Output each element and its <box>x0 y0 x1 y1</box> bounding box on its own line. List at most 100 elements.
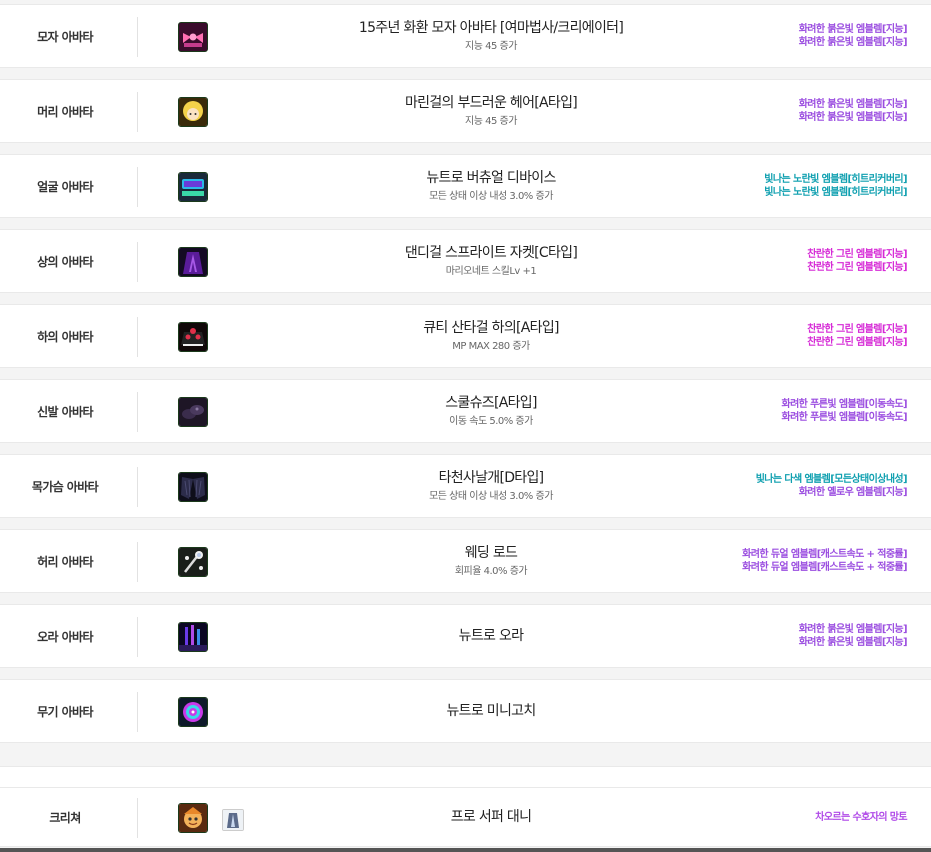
artifact-list: 차오르는 수호자의 망토 <box>815 788 907 846</box>
item-name[interactable]: 웨딩 로드 <box>465 544 518 562</box>
virtual-device-icon[interactable] <box>178 172 208 202</box>
avatar-row-aura: 오라 아바타 뉴트로 오라 화려한 붉은빛 엠블렘[지능] 화려한 붉은빛 엠블… <box>0 604 931 668</box>
surfer-danny-icon[interactable] <box>178 803 208 833</box>
item-info: 스쿨슈즈[A타입] 이동 속도 5.0% 증가 <box>250 380 732 442</box>
emblem-2: 화려한 옐로우 엠블렘[지능] <box>798 487 908 498</box>
emblem-list: 화려한 붉은빛 엠블렘[지능] 화려한 붉은빛 엠블렘[지능] <box>798 80 908 142</box>
emblem-1: 화려한 붉은빛 엠블렘[지능] <box>798 24 908 35</box>
neon-aura-icon[interactable] <box>178 622 208 652</box>
emblem-1: 찬란한 그린 엠블렘[지능] <box>807 249 907 260</box>
purple-jacket-icon[interactable] <box>178 247 208 277</box>
slot-label: 허리 아바타 <box>37 554 93 569</box>
slot-label: 목가슴 아바타 <box>31 479 99 494</box>
item-info: 뉴트로 미니고치 <box>250 680 732 742</box>
item-info: 마린걸의 부드러운 헤어[A타입] 지능 45 증가 <box>250 80 732 142</box>
item-info: 댄디걸 스프라이트 자켓[C타입] 마리오네트 스킬Lv +1 <box>250 230 732 292</box>
emblem-2: 찬란한 그린 엠블렘[지능] <box>807 337 907 348</box>
item-name[interactable]: 15주년 화환 모자 아바타 [여마법사/크리에이터] <box>359 19 624 37</box>
divider <box>137 692 138 732</box>
emblem-1: 빛나는 다색 엠블렘[모든상태이상내성] <box>755 474 908 485</box>
item-option: 회피율 4.0% 증가 <box>454 565 528 577</box>
slot-label: 상의 아바타 <box>37 254 93 269</box>
slot-label: 모자 아바타 <box>37 29 93 44</box>
emblem-2: 화려한 붉은빛 엠블렘[지능] <box>798 37 908 48</box>
pink-ribbon-hat-icon[interactable] <box>178 22 208 52</box>
mini-gochi-icon[interactable] <box>178 697 208 727</box>
divider <box>137 242 138 282</box>
avatar-row-bottom: 하의 아바타 큐티 산타걸 하의[A타입] MP MAX 280 증가 찬란한 … <box>0 304 931 368</box>
slot-label: 하의 아바타 <box>37 329 93 344</box>
item-option: 이동 속도 5.0% 증가 <box>449 415 533 427</box>
item-name[interactable]: 타천사날개[D타입] <box>439 469 545 487</box>
item-info: 웨딩 로드 회피율 4.0% 증가 <box>250 530 732 592</box>
emblem-1: 찬란한 그린 엠블렘[지능] <box>807 324 907 335</box>
item-info: 뉴트로 오라 <box>250 605 732 667</box>
divider <box>137 617 138 657</box>
item-name[interactable]: 마린걸의 부드러운 헤어[A타입] <box>405 94 578 112</box>
emblem-list: 화려한 듀얼 엠블렘[캐스트속도 + 적중률] 화려한 듀얼 엠블렘[캐스트속도… <box>742 530 907 592</box>
emblem-list: 찬란한 그린 엠블렘[지능] 찬란한 그린 엠블렘[지능] <box>807 230 907 292</box>
avatar-row-neck: 목가슴 아바타 타천사날개[D타입] 모든 상태 이상 내성 3.0% 증가 빛… <box>0 454 931 518</box>
emblem-1: 화려한 푸른빛 엠블렘[이동속도] <box>781 399 907 410</box>
divider <box>137 467 138 507</box>
avatar-row-top: 상의 아바타 댄디걸 스프라이트 자켓[C타입] 마리오네트 스킬Lv +1 찬… <box>0 229 931 293</box>
item-info: 큐티 산타걸 하의[A타입] MP MAX 280 증가 <box>250 305 732 367</box>
item-name[interactable]: 댄디걸 스프라이트 자켓[C타입] <box>405 244 578 262</box>
emblem-1: 화려한 붉은빛 엠블렘[지능] <box>798 99 908 110</box>
slot-label: 신발 아바타 <box>37 404 93 419</box>
avatar-row-weapon: 무기 아바타 뉴트로 미니고치 <box>0 679 931 743</box>
divider <box>137 17 138 57</box>
emblem-list: 화려한 붉은빛 엠블렘[지능] 화려한 붉은빛 엠블렘[지능] <box>798 605 908 667</box>
item-name[interactable]: 큐티 산타걸 하의[A타입] <box>423 319 559 337</box>
emblem-1: 빛나는 노란빛 엠블렘[히트리커버리] <box>764 174 907 185</box>
emblem-list: 화려한 푸른빛 엠블렘[이동속도] 화려한 푸른빛 엠블렘[이동속도] <box>781 380 907 442</box>
artifact-icon[interactable] <box>222 809 244 831</box>
slot-label: 크리쳐 <box>49 810 81 825</box>
divider <box>137 542 138 582</box>
blonde-hair-icon[interactable] <box>178 97 208 127</box>
bottom-border <box>0 848 931 852</box>
item-name[interactable]: 스쿨슈즈[A타입] <box>445 394 537 412</box>
emblem-2: 화려한 붉은빛 엠블렘[지능] <box>798 637 908 648</box>
emblem-2: 빛나는 노란빛 엠블렘[히트리커버리] <box>764 187 907 198</box>
divider <box>137 92 138 132</box>
divider <box>137 798 138 838</box>
item-option: 지능 45 증가 <box>465 40 517 52</box>
avatar-row-shoes: 신발 아바타 스쿨슈즈[A타입] 이동 속도 5.0% 증가 화려한 푸른빛 엠… <box>0 379 931 443</box>
item-info: 타천사날개[D타입] 모든 상태 이상 내성 3.0% 증가 <box>250 455 732 517</box>
divider <box>137 167 138 207</box>
slot-label: 얼굴 아바타 <box>37 179 93 194</box>
avatar-row-hat: 모자 아바타 15주년 화환 모자 아바타 [여마법사/크리에이터] 지능 45… <box>0 4 931 68</box>
santa-skirt-icon[interactable] <box>178 322 208 352</box>
slot-label: 무기 아바타 <box>37 704 93 719</box>
avatar-row-waist: 허리 아바타 웨딩 로드 회피율 4.0% 증가 화려한 듀얼 엠블렘[캐스트속… <box>0 529 931 593</box>
divider <box>137 392 138 432</box>
item-option: 모든 상태 이상 내성 3.0% 증가 <box>429 190 553 202</box>
emblem-2: 찬란한 그린 엠블렘[지능] <box>807 262 907 273</box>
divider <box>137 317 138 357</box>
emblem-list: 빛나는 노란빛 엠블렘[히트리커버리] 빛나는 노란빛 엠블렘[히트리커버리] <box>764 155 907 217</box>
item-name[interactable]: 뉴트로 오라 <box>459 627 524 645</box>
emblem-list: 빛나는 다색 엠블렘[모든상태이상내성] 화려한 옐로우 엠블렘[지능] <box>755 455 908 517</box>
emblem-1: 화려한 붉은빛 엠블렘[지능] <box>798 624 908 635</box>
wedding-rod-icon[interactable] <box>178 547 208 577</box>
emblem-2: 화려한 푸른빛 엠블렘[이동속도] <box>781 412 907 423</box>
slot-label: 오라 아바타 <box>37 629 93 644</box>
item-info: 프로 서퍼 대니 <box>250 788 732 846</box>
item-option: MP MAX 280 증가 <box>452 340 530 352</box>
dark-wings-icon[interactable] <box>178 472 208 502</box>
item-option: 지능 45 증가 <box>465 115 517 127</box>
school-shoes-icon[interactable] <box>178 397 208 427</box>
avatar-row-face: 얼굴 아바타 뉴트로 버츄얼 디바이스 모든 상태 이상 내성 3.0% 증가 … <box>0 154 931 218</box>
creature-row: 크리쳐 프로 서퍼 대니 차오르는 수호자의 망토 <box>0 787 931 847</box>
item-name[interactable]: 뉴트로 버츄얼 디바이스 <box>426 169 556 187</box>
item-info: 뉴트로 버츄얼 디바이스 모든 상태 이상 내성 3.0% 증가 <box>250 155 732 217</box>
creature-name[interactable]: 프로 서퍼 대니 <box>451 808 532 826</box>
item-name[interactable]: 뉴트로 미니고치 <box>446 702 536 720</box>
emblem-2: 화려한 듀얼 엠블렘[캐스트속도 + 적중률] <box>742 562 907 573</box>
item-option: 마리오네트 스킬Lv +1 <box>445 265 537 277</box>
emblem-list: 화려한 붉은빛 엠블렘[지능] 화려한 붉은빛 엠블렘[지능] <box>798 5 908 67</box>
slot-label: 머리 아바타 <box>37 104 93 119</box>
avatar-equipment-page: 모자 아바타 15주년 화환 모자 아바타 [여마법사/크리에이터] 지능 45… <box>0 0 931 852</box>
emblem-list: 찬란한 그린 엠블렘[지능] 찬란한 그린 엠블렘[지능] <box>807 305 907 367</box>
